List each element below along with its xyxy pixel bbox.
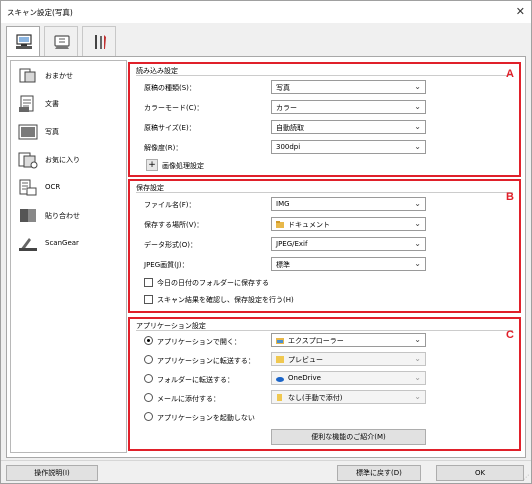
open-with-app-radio[interactable] xyxy=(144,336,153,345)
instructions-button[interactable]: 操作説明(I) xyxy=(6,465,98,481)
save-location-select[interactable]: ドキュメント ⌄ xyxy=(271,217,426,231)
chevron-down-icon: ⌄ xyxy=(414,102,421,111)
sidebar-item-photo[interactable]: 写真 xyxy=(11,118,126,146)
save-settings-section: 保存設定 B ファイル名(F)： IMG ⌄ 保存する場所(V)： ドキュメント ⌄… xyxy=(128,179,521,313)
chevron-down-icon: ⌄ xyxy=(414,82,421,91)
expand-image-processing-button[interactable]: + xyxy=(146,159,158,171)
send-folder-select[interactable]: OneDrive ⌄ xyxy=(271,371,426,385)
favorites-icon xyxy=(18,152,38,169)
sidebar-item-auto[interactable]: おまかせ xyxy=(11,62,126,90)
section-marker: C xyxy=(506,329,514,341)
ocr-icon xyxy=(19,179,37,196)
sidebar-item-label: お気に入り xyxy=(45,156,80,164)
footer-bar: 操作説明(I) 標準に戻す(D) OK ⋰ xyxy=(1,460,531,483)
color-mode-select[interactable]: カラー ⌄ xyxy=(271,100,426,114)
sidebar-item-label: 文書 xyxy=(45,100,59,108)
field-label: 保存する場所(V)： xyxy=(144,221,204,229)
field-label: 原稿の種類(S)： xyxy=(144,84,196,92)
documents-folder-icon xyxy=(276,221,284,228)
chevron-down-icon: ⌄ xyxy=(414,354,421,363)
application-settings-section: アプリケーション設定 C アプリケーションで開く： エクスプローラー ⌄ アプリケ… xyxy=(128,317,521,451)
option-label: アプリケーションで開く： xyxy=(157,338,241,346)
field-label: JPEG画質(J)： xyxy=(144,261,189,269)
tab-scan-from-panel[interactable] xyxy=(44,26,78,56)
field-label: ファイル名(F)： xyxy=(144,201,196,209)
preview-app-icon xyxy=(276,356,284,363)
manual-attach-icon xyxy=(277,394,282,401)
option-label: アプリケーションに転送する： xyxy=(157,357,255,365)
scangear-icon xyxy=(19,238,37,251)
auto-scan-icon xyxy=(19,68,36,83)
data-format-select[interactable]: JPEG/Exif ⌄ xyxy=(271,237,426,251)
window-title: スキャン設定(写真) xyxy=(7,8,73,17)
jpeg-quality-select[interactable]: 標準 ⌄ xyxy=(271,257,426,271)
sidebar-item-scangear[interactable]: ScanGear xyxy=(11,230,126,258)
restore-defaults-button[interactable]: 標準に戻す(D) xyxy=(337,465,421,481)
sidebar-item-label: ScanGear xyxy=(45,239,79,247)
close-icon[interactable]: ✕ xyxy=(516,5,525,18)
field-label: 解像度(R)： xyxy=(144,144,183,152)
divider xyxy=(136,75,513,76)
send-app-select[interactable]: プレビュー ⌄ xyxy=(271,352,426,366)
send-to-app-radio[interactable] xyxy=(144,355,153,364)
tab-scan-from-computer[interactable] xyxy=(6,26,40,57)
field-label: カラーモード(C)： xyxy=(144,104,204,112)
send-to-folder-radio[interactable] xyxy=(144,374,153,383)
sidebar-item-label: 貼り合わせ xyxy=(45,212,80,220)
divider xyxy=(136,330,513,331)
chevron-down-icon: ⌄ xyxy=(414,335,421,344)
field-label: 原稿サイズ(E)： xyxy=(144,124,196,132)
chevron-down-icon: ⌄ xyxy=(414,259,421,268)
document-type-select[interactable]: 写真 ⌄ xyxy=(271,80,426,94)
sidebar-item-label: おまかせ xyxy=(45,72,73,80)
file-name-field[interactable]: IMG ⌄ xyxy=(271,197,426,211)
option-label: メールに添付する： xyxy=(157,395,220,403)
field-label: データ形式(O)： xyxy=(144,241,197,249)
paper-size-select[interactable]: 自動読取 ⌄ xyxy=(271,120,426,134)
resolution-select[interactable]: 300dpi ⌄ xyxy=(271,140,426,154)
confirm-results-checkbox[interactable] xyxy=(144,295,153,304)
sidebar-item-document[interactable]: 文書 xyxy=(11,90,126,118)
scanner-from-panel-icon xyxy=(54,35,70,49)
sidebar: おまかせ 文書 写真 お気に入り OCR 貼り合わせ ScanGear xyxy=(10,60,127,453)
chevron-down-icon: ⌄ xyxy=(414,373,421,382)
divider xyxy=(136,192,513,193)
stitch-icon xyxy=(20,209,36,222)
chevron-down-icon: ⌄ xyxy=(414,219,421,228)
section-marker: A xyxy=(506,68,514,80)
attach-to-email-radio[interactable] xyxy=(144,393,153,402)
chevron-down-icon: ⌄ xyxy=(414,142,421,151)
image-processing-label: 画像処理設定 xyxy=(162,162,204,170)
section-marker: B xyxy=(506,191,514,203)
sidebar-item-stitch[interactable]: 貼り合わせ xyxy=(11,202,126,230)
chevron-down-icon: ⌄ xyxy=(414,199,421,208)
option-label: フォルダーに転送する： xyxy=(157,376,234,384)
more-functions-button[interactable]: 便利な機能のご紹介(M) xyxy=(271,429,426,445)
onedrive-icon xyxy=(276,377,284,382)
open-app-select[interactable]: エクスプローラー ⌄ xyxy=(271,333,426,347)
date-folder-checkbox[interactable] xyxy=(144,278,153,287)
scan-options-section: 読み込み設定 A 原稿の種類(S)： 写真 ⌄ カラーモード(C)： カラー ⌄ 原… xyxy=(128,62,521,177)
date-folder-label: 今日の日付のフォルダーに保存する xyxy=(157,279,269,287)
do-not-start-app-radio[interactable] xyxy=(144,412,153,421)
photo-icon xyxy=(18,124,38,140)
sidebar-item-label: 写真 xyxy=(45,128,59,136)
sidebar-item-ocr[interactable]: OCR xyxy=(11,174,126,202)
chevron-down-icon: ⌄ xyxy=(414,122,421,131)
ok-button[interactable]: OK xyxy=(436,465,524,481)
chevron-down-icon: ⌄ xyxy=(414,392,421,401)
general-settings-tools-icon xyxy=(95,35,106,49)
tab-general-settings[interactable] xyxy=(82,26,116,56)
sidebar-item-favorites[interactable]: お気に入り xyxy=(11,146,126,174)
document-icon xyxy=(19,95,34,112)
resize-grip-icon[interactable]: ⋰ xyxy=(523,474,529,481)
sidebar-item-label: OCR xyxy=(45,183,61,191)
confirm-results-label: スキャン結果を確認し、保存設定を行う(H) xyxy=(157,296,294,304)
explorer-folder-icon xyxy=(276,338,284,344)
chevron-down-icon: ⌄ xyxy=(414,239,421,248)
title-bar: スキャン設定(写真) ✕ xyxy=(1,1,531,23)
option-label: アプリケーションを起動しない xyxy=(157,414,255,422)
email-app-select[interactable]: なし(手動で添付) ⌄ xyxy=(271,390,426,404)
scanner-from-computer-icon xyxy=(16,34,32,49)
